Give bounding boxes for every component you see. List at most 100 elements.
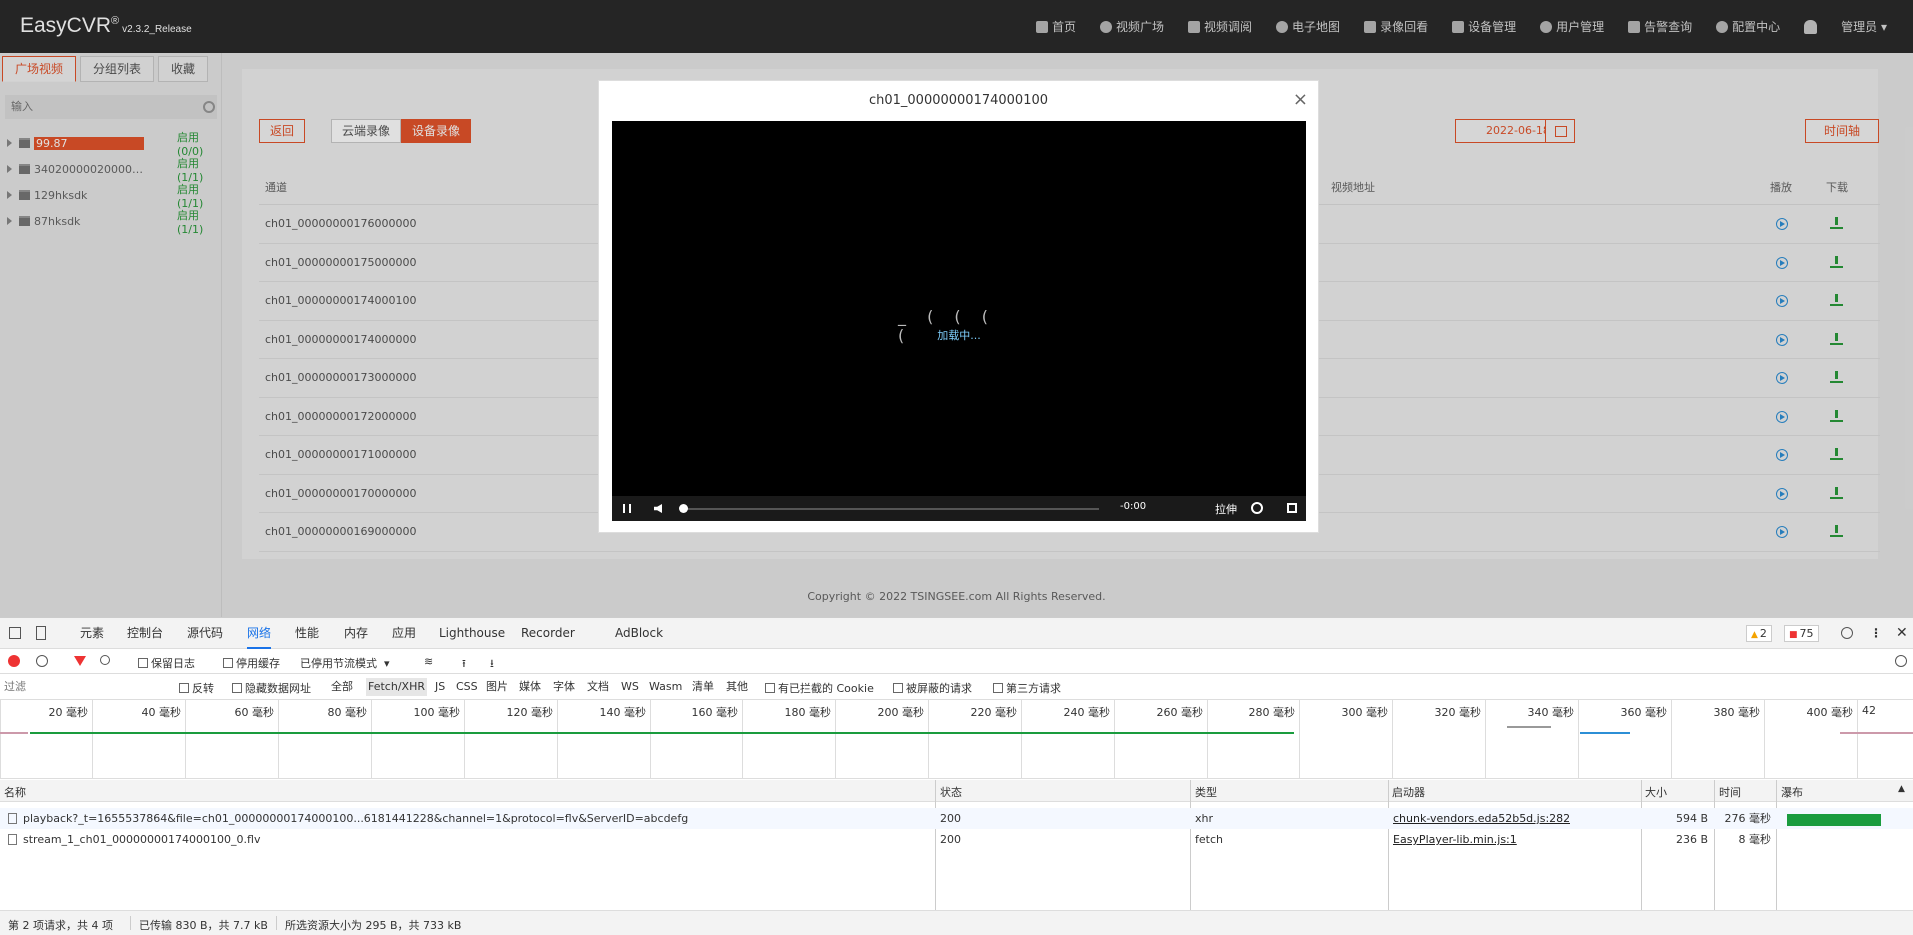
close-devtools-icon[interactable]: ✕ [1896, 618, 1908, 649]
progress-handle[interactable] [679, 504, 688, 513]
checkbox [138, 658, 148, 668]
settings-gear-icon[interactable] [1841, 627, 1853, 639]
hide-data-urls-checkbox[interactable]: 隐藏数据网址 [232, 680, 311, 696]
blocked-cookies-checkbox[interactable]: 有已拦截的 Cookie [765, 680, 874, 696]
fullscreen-icon[interactable] [1287, 503, 1297, 513]
filter-icon[interactable] [74, 656, 86, 666]
checkbox [179, 683, 189, 693]
invert-checkbox[interactable]: 反转 [179, 680, 214, 696]
col-waterfall[interactable]: 瀑布 [1781, 784, 1803, 800]
filter-input[interactable] [4, 678, 164, 696]
record-icon[interactable] [8, 655, 20, 667]
type-manifest[interactable]: 清单 [690, 678, 716, 696]
clear-icon[interactable] [36, 655, 48, 667]
checkbox [232, 683, 242, 693]
timeline-tick: 380 毫秒 [1671, 700, 1764, 779]
tab-lighthouse[interactable]: Lighthouse [439, 618, 505, 649]
network-settings-icon[interactable] [1895, 655, 1907, 667]
timeline-tick: 400 毫秒 [1764, 700, 1857, 779]
checkbox [223, 658, 233, 668]
col-initiator[interactable]: 启动器 [1392, 784, 1425, 800]
timeline-tick: 140 毫秒 [557, 700, 650, 779]
type-doc[interactable]: 文档 [585, 678, 611, 696]
transferred-size: 已传输 830 B，共 7.7 kB [139, 919, 268, 932]
type-img[interactable]: 图片 [484, 678, 510, 696]
error-badge[interactable]: 75 [1784, 625, 1819, 642]
tab-memory[interactable]: 内存 [344, 618, 368, 649]
file-icon [8, 834, 17, 845]
waterfall-bar [1787, 814, 1881, 826]
type-font[interactable]: 字体 [551, 678, 577, 696]
network-status-bar: 第 2 项请求，共 4 项 已传输 830 B，共 7.7 kB 所选资源大小为… [0, 910, 1913, 935]
warning-badge[interactable]: 2 [1746, 625, 1772, 642]
timeline-tick: 100 毫秒 [371, 700, 464, 779]
checkbox [993, 683, 1003, 693]
timeline-tick: 320 毫秒 [1392, 700, 1485, 779]
tab-elements[interactable]: 元素 [80, 618, 104, 649]
type-all[interactable]: 全部 [329, 678, 355, 696]
disable-cache-checkbox[interactable]: 停用缓存 [223, 655, 280, 671]
timeline-bar [30, 732, 1294, 734]
checkbox [893, 683, 903, 693]
timeline-tick: 240 毫秒 [1021, 700, 1114, 779]
type-wasm[interactable]: Wasm [647, 678, 684, 696]
initiator-link[interactable]: chunk-vendors.eda52b5d.js:282 [1393, 808, 1570, 829]
pause-icon[interactable] [623, 504, 631, 513]
video-player[interactable]: _ ( ( ( ( 加载中... -0:00 拉伸 [612, 121, 1306, 521]
device-toggle-icon[interactable] [36, 626, 46, 640]
devtools-tabbar: 元素 控制台 源代码 网络 性能 内存 应用 Lighthouse Record… [0, 618, 1913, 649]
network-overview[interactable]: 20 毫秒 40 毫秒 60 毫秒 80 毫秒 100 毫秒 120 毫秒 14… [0, 700, 1913, 779]
type-ws[interactable]: WS [619, 678, 641, 696]
tab-console[interactable]: 控制台 [127, 618, 163, 649]
col-status[interactable]: 状态 [940, 784, 962, 800]
inspect-icon[interactable] [9, 627, 21, 639]
blocked-requests-checkbox[interactable]: 被屏蔽的请求 [893, 680, 972, 696]
timeline-tick: 260 毫秒 [1114, 700, 1207, 779]
type-media[interactable]: 媒体 [517, 678, 543, 696]
tab-network[interactable]: 网络 [247, 618, 272, 649]
request-row[interactable]: playback?_t=1655537864&file=ch01_0000000… [0, 808, 1913, 829]
loading-text: 加载中... [937, 329, 981, 342]
more-icon[interactable]: ⋮ [1870, 618, 1882, 649]
download-icon[interactable]: ⭳ [490, 655, 494, 674]
type-other[interactable]: 其他 [724, 678, 750, 696]
resource-size: 所选资源大小为 295 B，共 733 kB [285, 919, 462, 932]
snapshot-icon[interactable] [1251, 502, 1263, 514]
search-icon[interactable] [100, 655, 110, 665]
network-toolbar: 保留日志 停用缓存 已停用节流模式 ▾ ≋ ⭱ ⭳ [0, 649, 1913, 674]
initiator-link[interactable]: EasyPlayer-lib.min.js:1 [1393, 829, 1517, 850]
volume-icon[interactable] [654, 504, 662, 513]
type-css[interactable]: CSS [454, 678, 480, 696]
third-party-checkbox[interactable]: 第三方请求 [993, 680, 1061, 696]
stretch-button[interactable]: 拉伸 [1215, 501, 1237, 517]
tab-performance[interactable]: 性能 [295, 618, 319, 649]
timeline-tick: 40 毫秒 [92, 700, 185, 779]
timeline-tick: 360 毫秒 [1578, 700, 1671, 779]
throttle-select[interactable]: 已停用节流模式 ▾ [300, 655, 390, 671]
tab-recorder[interactable]: Recorder [521, 618, 575, 649]
col-name[interactable]: 名称 [4, 784, 26, 800]
wifi-icon[interactable]: ≋ [424, 655, 433, 668]
timeline-tick: 120 毫秒 [464, 700, 557, 779]
preserve-log-checkbox[interactable]: 保留日志 [138, 655, 195, 671]
tab-adblock[interactable]: AdBlock [615, 618, 663, 649]
col-time[interactable]: 时间 [1719, 784, 1741, 800]
app-window: EasyCVR®v2.3.2_Release 首页 视频广场 视频调阅 电子地图… [0, 0, 1913, 617]
close-icon[interactable]: × [1293, 89, 1308, 110]
upload-icon[interactable]: ⭱ [462, 655, 466, 674]
type-js[interactable]: JS [433, 678, 447, 696]
tab-sources[interactable]: 源代码 [187, 618, 223, 649]
col-type[interactable]: 类型 [1195, 784, 1217, 800]
request-row[interactable]: stream_1_ch01_00000000174000100_0.flv 20… [0, 829, 1913, 850]
timeline-tick: 200 毫秒 [835, 700, 928, 779]
col-size[interactable]: 大小 [1645, 784, 1667, 800]
tab-application[interactable]: 应用 [392, 618, 416, 649]
timeline-bar [1580, 732, 1630, 734]
timeline-bar [0, 732, 28, 734]
timeline-tick: 42 [1857, 700, 1913, 779]
file-icon [8, 813, 17, 824]
type-fetch-xhr[interactable]: Fetch/XHR [366, 678, 427, 696]
sort-up-icon[interactable]: ▲ [1898, 784, 1905, 794]
progress-bar[interactable] [681, 508, 1099, 510]
timeline-bar [1507, 726, 1551, 728]
